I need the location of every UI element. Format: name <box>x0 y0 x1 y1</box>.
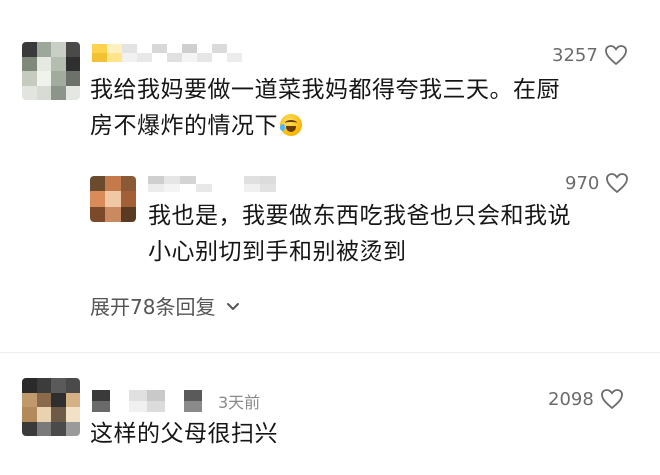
avatar[interactable] <box>22 378 80 436</box>
avatar[interactable] <box>22 42 80 100</box>
like-count: 3257 <box>552 44 598 66</box>
chevron-down-icon <box>225 294 241 318</box>
like-button[interactable]: 3257 <box>552 44 628 66</box>
comment-text: 这样的父母很扫兴 <box>90 421 278 447</box>
username-redacted[interactable] <box>92 44 242 62</box>
heart-outline-icon <box>604 44 628 66</box>
comment-line: 我给我妈要做一道菜我妈都得夸我三天。在厨 <box>90 77 560 103</box>
comment-line: 房不爆炸的情况下 <box>90 113 278 139</box>
reply-line: 小心别切到手和别被烫到 <box>148 239 407 265</box>
reply-username-redacted[interactable] <box>148 176 308 192</box>
comment-time: 3天前 <box>218 393 261 412</box>
like-count: 970 <box>565 172 600 194</box>
heart-outline-icon <box>600 388 624 410</box>
reply-avatar[interactable] <box>90 176 136 222</box>
reply-like-button[interactable]: 970 <box>565 172 629 194</box>
divider <box>0 352 660 353</box>
expand-replies-label: 展开78条回复 <box>90 295 216 319</box>
reply-line: 我也是，我要做东西吃我爸也只会和我说 <box>148 203 571 229</box>
like-button[interactable]: 2098 <box>548 388 624 410</box>
reply-text: 我也是，我要做东西吃我爸也只会和我说 小心别切到手和别被烫到 <box>148 198 571 270</box>
expand-replies-button[interactable]: 展开78条回复 <box>90 291 241 320</box>
like-count: 2098 <box>548 388 594 410</box>
username-redacted[interactable] <box>92 390 202 412</box>
heart-outline-icon <box>605 172 629 194</box>
comment-line-with-emoji: 房不爆炸的情况下 <box>90 108 560 144</box>
comment-text: 我给我妈要做一道菜我妈都得夸我三天。在厨 房不爆炸的情况下 <box>90 72 560 144</box>
laughing-tears-emoji-icon <box>280 114 302 136</box>
